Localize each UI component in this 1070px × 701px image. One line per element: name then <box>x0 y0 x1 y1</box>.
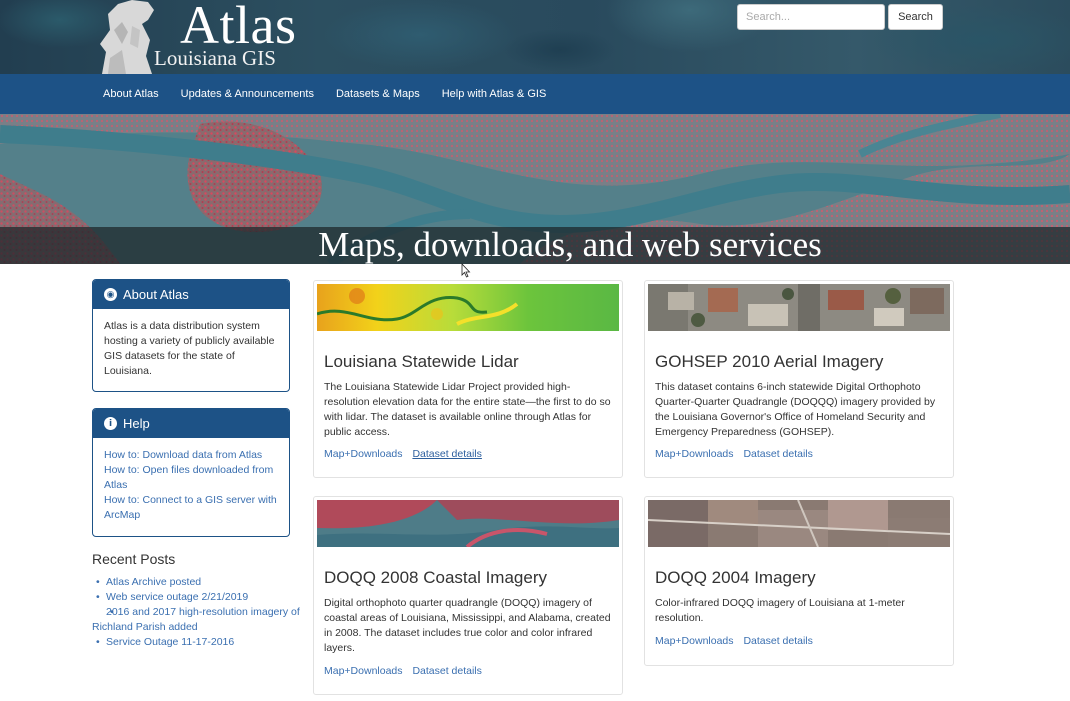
dataset-details-link[interactable]: Dataset details <box>743 448 812 460</box>
help-panel-title: Help <box>123 416 150 431</box>
help-link-download[interactable]: How to: Download data from Atlas <box>104 448 278 463</box>
recent-post-link[interactable]: Service Outage 11-17-2016 <box>106 636 234 648</box>
mouse-cursor-icon <box>461 263 471 278</box>
about-atlas-panel: ◉ About Atlas Atlas is a data distributi… <box>92 279 290 392</box>
nav-datasets-maps[interactable]: Datasets & Maps <box>336 88 420 100</box>
card-description: Color-infrared DOQQ imagery of Louisiana… <box>655 597 905 624</box>
dataset-details-link[interactable]: Dataset details <box>412 665 481 677</box>
nav-updates-announcements[interactable]: Updates & Announcements <box>181 88 314 100</box>
map-downloads-link[interactable]: Map+Downloads <box>324 448 403 460</box>
doqq-2004-thumbnail[interactable] <box>648 500 950 547</box>
dataset-card-lidar: Louisiana Statewide Lidar The Louisiana … <box>313 280 623 478</box>
card-description: The Louisiana Statewide Lidar Project pr… <box>324 381 611 438</box>
nav-help-atlas-gis[interactable]: Help with Atlas & GIS <box>442 88 547 100</box>
recent-post-link[interactable]: Atlas Archive posted <box>106 576 201 588</box>
globe-icon: ◉ <box>104 288 117 301</box>
card-title: GOHSEP 2010 Aerial Imagery <box>655 352 884 371</box>
recent-post-link[interactable]: Web service outage 2/21/2019 <box>106 591 248 603</box>
hero-banner: Maps, downloads, and web services <box>0 114 1070 264</box>
lidar-thumbnail[interactable] <box>317 284 619 331</box>
about-atlas-panel-title: About Atlas <box>123 287 189 302</box>
nav-about-atlas[interactable]: About Atlas <box>103 88 159 100</box>
recent-post-link[interactable]: 2016 and 2017 high-resolution imagery of… <box>92 606 300 633</box>
hero-title: Maps, downloads, and web services <box>318 225 822 264</box>
doqq-2008-thumbnail[interactable] <box>317 500 619 547</box>
help-link-open-files[interactable]: How to: Open files downloaded from Atlas <box>104 463 278 493</box>
card-title: DOQQ 2004 Imagery <box>655 568 816 587</box>
card-links: Map+Downloads Dataset details <box>655 448 820 460</box>
recent-posts-list: Atlas Archive posted Web service outage … <box>92 575 302 650</box>
search-input[interactable] <box>737 4 885 30</box>
card-title: Louisiana Statewide Lidar <box>324 352 519 371</box>
about-atlas-panel-header: ◉ About Atlas <box>93 280 289 309</box>
help-panel: i Help How to: Download data from Atlas … <box>92 408 290 537</box>
card-links: Map+Downloads Dataset details <box>324 665 489 677</box>
card-title: DOQQ 2008 Coastal Imagery <box>324 568 547 587</box>
help-panel-header: i Help <box>93 409 289 438</box>
list-item: 2016 and 2017 high-resolution imagery of… <box>92 605 302 635</box>
logo-subtitle: Louisiana GIS <box>154 46 276 70</box>
info-icon: i <box>104 417 117 430</box>
dataset-card-doqq-2008: DOQQ 2008 Coastal Imagery Digital orthop… <box>313 496 623 695</box>
about-atlas-panel-body: Atlas is a data distribution system host… <box>104 320 275 377</box>
help-link-connect-gis[interactable]: How to: Connect to a GIS server with Arc… <box>104 493 278 523</box>
list-item: Atlas Archive posted <box>92 575 302 590</box>
map-downloads-link[interactable]: Map+Downloads <box>655 635 734 647</box>
dataset-card-gohsep: GOHSEP 2010 Aerial Imagery This dataset … <box>644 280 954 478</box>
card-links: Map+Downloads Dataset details <box>655 635 820 647</box>
dataset-card-doqq-2004: DOQQ 2004 Imagery Color-infrared DOQQ im… <box>644 496 954 666</box>
map-downloads-link[interactable]: Map+Downloads <box>655 448 734 460</box>
help-panel-body: How to: Download data from Atlas How to:… <box>93 438 289 533</box>
search-button[interactable]: Search <box>888 4 943 30</box>
atlas-logo[interactable]: Atlas Louisiana GIS <box>92 0 322 74</box>
dataset-details-link[interactable]: Dataset details <box>743 635 812 647</box>
site-header: Atlas Louisiana GIS Search <box>0 0 1070 74</box>
recent-posts-title: Recent Posts <box>92 551 176 567</box>
map-downloads-link[interactable]: Map+Downloads <box>324 665 403 677</box>
list-item: Service Outage 11-17-2016 <box>92 635 302 650</box>
main-nav: About Atlas Updates & Announcements Data… <box>0 74 1070 114</box>
dataset-details-link[interactable]: Dataset details <box>412 448 481 460</box>
card-links: Map+Downloads Dataset details <box>324 448 489 460</box>
gohsep-thumbnail[interactable] <box>648 284 950 331</box>
list-item: Web service outage 2/21/2019 <box>92 590 302 605</box>
card-description: This dataset contains 6-inch statewide D… <box>655 381 936 438</box>
card-description: Digital orthophoto quarter quadrangle (D… <box>324 597 611 654</box>
